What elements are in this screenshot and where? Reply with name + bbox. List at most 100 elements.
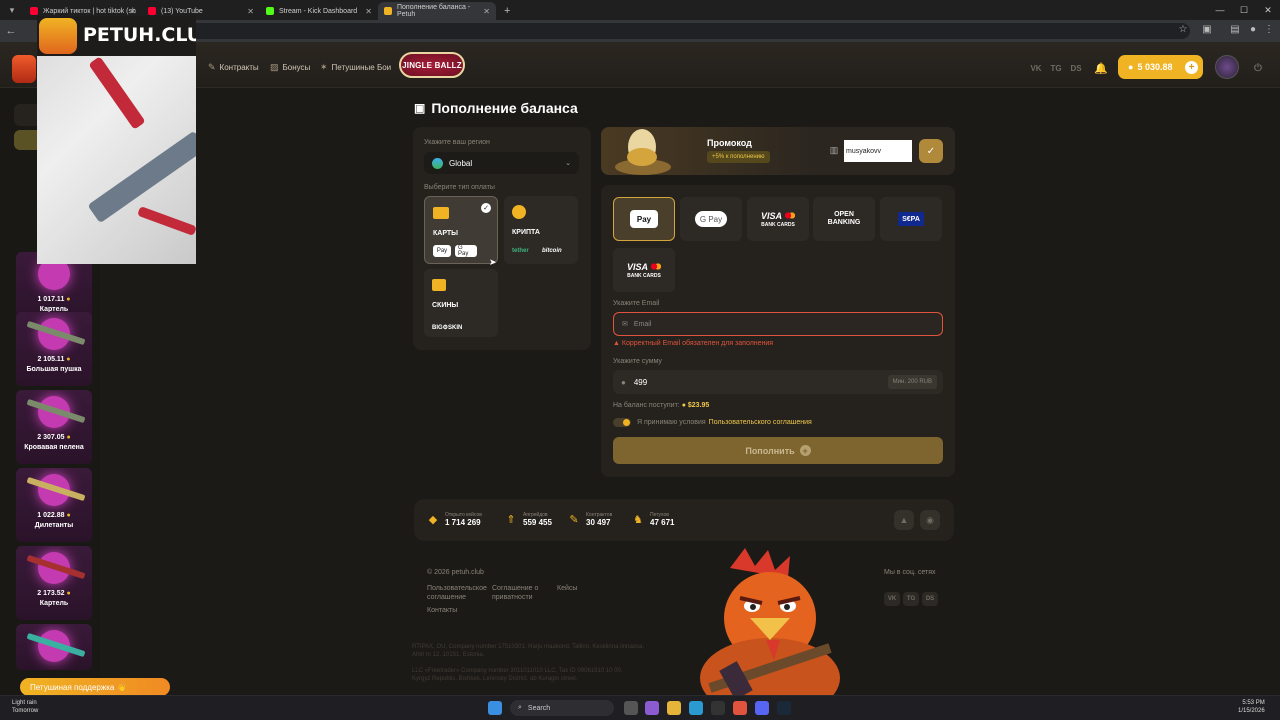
new-tab-button[interactable]: + <box>496 2 518 20</box>
copyright: © 2026 petuh.club <box>427 569 484 576</box>
footer-link-privacy[interactable]: Соглашение о приватности <box>492 584 538 602</box>
method-visa-mastercard[interactable]: VISA BANK CARDS <box>747 197 809 241</box>
legal-line: Ahtri tn 12, 10151, Estonia. <box>412 652 485 658</box>
weather-widget[interactable]: Light rain Tomorrow <box>12 699 38 715</box>
add-balance-icon[interactable]: + <box>1185 60 1198 74</box>
chrome-icon[interactable] <box>733 701 747 715</box>
minimize-icon[interactable]: — <box>1208 0 1232 20</box>
event-banner[interactable]: JINGLE BALLZ <box>399 52 465 78</box>
payment-type-crypto[interactable]: КРИПТА tether bitcoin <box>504 196 578 264</box>
email-field[interactable]: ✉ Email <box>613 312 943 336</box>
close-window-icon[interactable]: ✕ <box>1256 0 1280 20</box>
nav-rooster-fights[interactable]: ✶ Петушиные Бои <box>320 62 391 73</box>
method-visa-bank-cards[interactable]: VISA BANK CARDS <box>613 248 675 292</box>
case-card[interactable]: 2 173.52 ● Картель <box>16 546 92 620</box>
discord-icon[interactable]: DS <box>922 592 938 606</box>
rooster-logo-icon <box>39 18 77 54</box>
taskbar-search[interactable]: ⌕ Search <box>510 700 614 716</box>
skin-provider-logo: BIG⚙SKIN <box>432 325 463 331</box>
site-logo[interactable] <box>12 55 36 83</box>
tab-title: Жаркий тикток | hot tiktok (sh <box>43 7 136 15</box>
avatar[interactable] <box>1215 55 1239 79</box>
footer-link-cases[interactable]: Кейсы <box>557 584 577 593</box>
chat-icon[interactable]: ◉ <box>920 510 940 530</box>
browser-menu-icon[interactable]: ⋮ <box>1262 24 1276 38</box>
case-card[interactable] <box>16 624 92 670</box>
edge-icon[interactable] <box>689 701 703 715</box>
stat-roosters: ♞ Петухов 47 671 <box>631 512 674 527</box>
amount-field[interactable]: ● 499 Мин. 200 RUB <box>613 370 943 394</box>
stat-cases: ◆ Открыто кейсов 1 714 269 <box>426 512 482 527</box>
telegram-icon[interactable]: TG <box>903 592 919 606</box>
footer-link-contacts[interactable]: Контакты <box>427 606 457 615</box>
taskbar-clock[interactable]: 5:53 PM 1/15/2026 <box>1238 699 1265 715</box>
maximize-icon[interactable]: ☐ <box>1232 0 1256 20</box>
sidepanel-icon[interactable]: ▤ <box>1228 24 1242 38</box>
method-open-banking[interactable]: OPEN BANKING <box>813 197 875 241</box>
app-icon[interactable] <box>711 701 725 715</box>
windows-start-icon[interactable] <box>488 701 502 715</box>
address-bar[interactable] <box>80 23 1190 39</box>
close-tab-icon[interactable]: ✕ <box>365 7 372 16</box>
app-icon[interactable] <box>645 701 659 715</box>
discord-taskbar-icon[interactable] <box>755 701 769 715</box>
rooster-icon: ♞ <box>633 514 643 526</box>
task-view-icon[interactable] <box>624 701 638 715</box>
close-tab-icon[interactable]: ✕ <box>483 7 490 16</box>
terms-agreement: Я принимаю условия Пользовательского согл… <box>613 418 812 427</box>
nav-label: Бонусы <box>282 63 311 72</box>
case-card[interactable]: 2 307.05 ● Кровавая пелена <box>16 390 92 464</box>
method-sepa[interactable]: S€PA <box>880 197 942 241</box>
bookmark-star-icon[interactable]: ☆ <box>1176 24 1190 38</box>
nav-label: Петушиные Бои <box>331 63 392 72</box>
balance-button[interactable]: ● 5 030.88 + <box>1118 55 1203 79</box>
promo-code-input[interactable] <box>844 140 912 162</box>
close-tab-icon[interactable]: ✕ <box>129 7 136 16</box>
coin-icon: ● <box>66 512 71 519</box>
overlay-title: PETUH.CLUB <box>83 24 196 46</box>
nav-contracts[interactable]: ✎ Контракты <box>208 62 259 73</box>
submit-button[interactable]: Пополнить + <box>613 437 943 464</box>
case-card[interactable]: 1 022.88 ● Дилетанты <box>16 468 92 542</box>
method-google-pay[interactable]: G Pay <box>680 197 742 241</box>
petuh-favicon-icon <box>384 7 392 15</box>
support-chat-button[interactable]: Петушиная поддержка 👋 <box>20 678 170 696</box>
logout-icon[interactable]: ⏻ <box>1250 60 1266 76</box>
payment-type-cards[interactable]: ✓ КАРТЫ Pay G Pay <box>424 196 498 264</box>
case-price: 2 173.52 ● <box>16 590 92 597</box>
back-icon[interactable]: ← <box>0 25 22 37</box>
method-apple-pay[interactable]: Pay <box>613 197 675 241</box>
visa-label: VISA <box>760 211 782 221</box>
extensions-icon[interactable]: ▣ <box>1200 24 1214 38</box>
vk-icon[interactable]: VK <box>1028 60 1044 76</box>
knife-image <box>137 206 196 236</box>
case-card[interactable]: 2 105.11 ● Большая пушка <box>16 312 92 386</box>
apply-promo-button[interactable]: ✓ <box>919 139 943 163</box>
youtube-favicon-icon <box>148 7 156 15</box>
visa-logo: VISA BANK CARDS <box>627 261 662 279</box>
discord-icon[interactable]: DS <box>1068 60 1084 76</box>
case-name: Кровавая пелена <box>24 444 84 451</box>
file-explorer-icon[interactable] <box>667 701 681 715</box>
payment-type-skins[interactable]: СКИНЫ BIG⚙SKIN <box>424 269 498 337</box>
browser-tab-4[interactable]: Пополнение баланса - Petuh ✕ <box>378 2 496 20</box>
date-text: 1/15/2026 <box>1238 708 1265 714</box>
browser-tab-3[interactable]: Stream - Kick Dashboard ✕ <box>260 2 378 20</box>
stat-value: 30 497 <box>586 518 611 527</box>
support-label: Петушиная поддержка 👋 <box>30 682 127 692</box>
terms-link[interactable]: Пользовательского соглашения <box>709 419 812 426</box>
vk-icon[interactable]: VK <box>884 592 900 606</box>
vk-label: VK <box>1030 63 1042 73</box>
case-price: 1 017.11 ● <box>16 296 92 303</box>
footer-link-terms[interactable]: Пользовательское соглашение <box>427 584 487 602</box>
region-select[interactable]: Global ⌄ <box>424 152 579 174</box>
steam-icon[interactable] <box>777 701 791 715</box>
scroll-up-button[interactable]: ▲ <box>894 510 914 530</box>
profile-icon[interactable]: ● <box>1246 24 1260 38</box>
telegram-icon[interactable]: TG <box>1048 60 1064 76</box>
close-tab-icon[interactable]: ✕ <box>247 7 254 16</box>
tab-search-icon[interactable]: ▾ <box>0 0 24 20</box>
terms-toggle[interactable] <box>613 418 631 427</box>
bell-icon[interactable]: 🔔 <box>1093 60 1109 76</box>
nav-bonuses[interactable]: ▨ Бонусы <box>270 62 310 73</box>
